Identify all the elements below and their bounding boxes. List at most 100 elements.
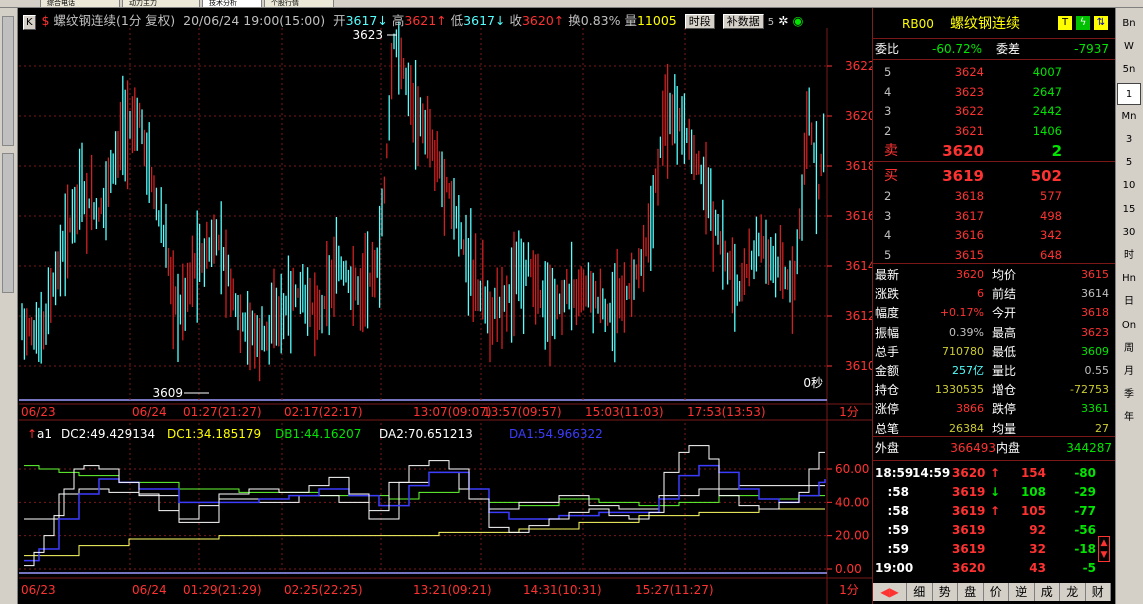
chart-area[interactable]: 3622 3620 3618 3616 3614 3612 3610 3623 3609 0秒 06… bbox=[19, 8, 872, 604]
zoom-icon[interactable]: ◉ bbox=[793, 13, 804, 28]
time-axis-label: 13:57(09:57) bbox=[483, 405, 562, 419]
low-label: 低 bbox=[450, 13, 464, 28]
period-button[interactable]: 日 bbox=[1117, 291, 1141, 313]
stat-value: 6 bbox=[977, 287, 984, 301]
stat-value: 3866 bbox=[956, 402, 984, 416]
tick-row: :59 3619 32 -18 bbox=[872, 540, 1115, 558]
tick-volume: 32 bbox=[1029, 542, 1046, 556]
period-button[interactable]: Hn bbox=[1117, 268, 1141, 290]
book-level: 4 bbox=[884, 84, 892, 99]
book-volume: 2 bbox=[1051, 142, 1062, 160]
stat-row: 振幅 0.39% 最高 3623 bbox=[872, 324, 1115, 342]
bid-row[interactable]: 买 3619 502 bbox=[872, 165, 1115, 187]
stat-label: 量比 bbox=[992, 364, 1017, 378]
stat-value: +0.17% bbox=[939, 306, 984, 320]
gear-icon[interactable]: ✲ bbox=[778, 13, 788, 28]
high-value: 3621 bbox=[404, 13, 437, 28]
period-button[interactable]: 3 bbox=[1117, 129, 1141, 151]
period-button[interactable]: 时 bbox=[1117, 245, 1141, 267]
tick-price: 3620 bbox=[952, 561, 986, 575]
t-icon[interactable]: T bbox=[1058, 16, 1072, 30]
left-scrollbar-top[interactable] bbox=[2, 16, 14, 146]
tick-row: 18:59 14:59 3620 ↑ 154 -80 bbox=[872, 464, 1115, 482]
outer-value: 366493 bbox=[950, 441, 996, 455]
bottom-tab[interactable]: 细 bbox=[907, 583, 933, 601]
time-axis-label: 13:07(09:07) bbox=[413, 405, 492, 419]
tab-technical[interactable]: 技术分析 bbox=[202, 0, 262, 8]
period-button[interactable]: 5 bbox=[1117, 152, 1141, 174]
ask-row[interactable]: 2 3621 1406 bbox=[872, 122, 1115, 140]
ask-row[interactable]: 4 3623 2647 bbox=[872, 83, 1115, 101]
book-volume: 502 bbox=[1030, 167, 1062, 185]
dollar-icon: $ bbox=[41, 13, 50, 28]
period-button[interactable]: 15 bbox=[1117, 199, 1141, 221]
arrow-up-icon: ↑ bbox=[436, 13, 447, 28]
time-axis-label: 13:21(09:21) bbox=[413, 583, 492, 597]
left-scrollbar-mid[interactable] bbox=[2, 153, 14, 293]
tick-direction-icon: ↓ bbox=[990, 485, 1001, 499]
lightning-icon[interactable]: ϟ bbox=[1076, 16, 1090, 30]
period-button[interactable]: 5n bbox=[1117, 59, 1141, 81]
tab-comprehensive[interactable]: 综合电话 bbox=[40, 0, 120, 8]
bottom-tab[interactable]: 势 bbox=[932, 583, 958, 601]
bottom-tab[interactable]: 龙 bbox=[1060, 583, 1086, 601]
period-button[interactable]: Bn bbox=[1117, 13, 1141, 35]
period-button[interactable]: W bbox=[1117, 36, 1141, 58]
book-price: 3622 bbox=[954, 104, 984, 118]
tick-volume: 105 bbox=[1020, 504, 1046, 518]
open-value: 3617 bbox=[345, 13, 378, 28]
k-icon[interactable]: K bbox=[23, 15, 36, 30]
bid-row[interactable]: 4 3616 342 bbox=[872, 226, 1115, 244]
tab-power[interactable]: 动力主力 bbox=[122, 0, 200, 8]
period-button[interactable]: 1 bbox=[1117, 82, 1141, 105]
period-button[interactable]: 10 bbox=[1117, 175, 1141, 197]
bid-row[interactable]: 2 3618 577 bbox=[872, 187, 1115, 205]
ask-row[interactable]: 卖 3620 2 bbox=[872, 140, 1115, 162]
indicator-axis-label: 40.00 bbox=[835, 495, 869, 509]
arrow-down-icon: ↓ bbox=[494, 13, 506, 28]
updown-icon[interactable]: ⇅ bbox=[1094, 16, 1108, 30]
tick-volume: 154 bbox=[1020, 466, 1046, 480]
tab-quotes[interactable]: 个股行情 bbox=[264, 0, 334, 8]
bottom-tab[interactable]: 成 bbox=[1034, 583, 1060, 601]
period-button[interactable]: 周 bbox=[1117, 338, 1141, 360]
tick-change: -56 bbox=[1074, 523, 1096, 537]
bottom-tab[interactable]: 逆 bbox=[1009, 583, 1035, 601]
tick-time: 19:00 bbox=[875, 561, 914, 575]
period-button[interactable]: 月 bbox=[1117, 361, 1141, 383]
volume-value: 11005 bbox=[636, 13, 677, 28]
period-button[interactable]: 年 bbox=[1117, 407, 1141, 429]
period-button[interactable]: On bbox=[1117, 315, 1141, 337]
weicha-value: -7937 bbox=[1074, 42, 1109, 56]
tick-price: 3619 bbox=[952, 504, 986, 518]
bottom-tab[interactable]: 价 bbox=[983, 583, 1009, 601]
turnover-label: 换 bbox=[568, 13, 581, 28]
period-button[interactable]: 30 bbox=[1117, 222, 1141, 244]
tick-scroll-icon[interactable]: ▲ ▼ bbox=[1098, 536, 1110, 562]
low-value: 3617 bbox=[463, 13, 495, 28]
period-button[interactable]: 时段 bbox=[684, 14, 715, 29]
panel-instrument-name: 螺纹钢连续 bbox=[950, 16, 1020, 32]
book-volume: 648 bbox=[1040, 247, 1062, 262]
inner-value: 344287 bbox=[1066, 441, 1112, 455]
book-level: 5 bbox=[884, 247, 892, 262]
high-label: 高 bbox=[391, 13, 405, 28]
tick-time: :58 bbox=[887, 504, 910, 518]
period-button[interactable]: Mn bbox=[1117, 106, 1141, 128]
ask-row[interactable]: 5 3624 4007 bbox=[872, 63, 1115, 81]
ask-row[interactable]: 3 3622 2442 bbox=[872, 102, 1115, 120]
kline-chart[interactable]: 3622362036183616361436123610362336090秒06… bbox=[19, 8, 872, 604]
book-price: 3616 bbox=[954, 228, 984, 242]
time-axis-label: 02:25(22:25) bbox=[284, 583, 363, 597]
bid-row[interactable]: 5 3615 648 bbox=[872, 246, 1115, 264]
bottom-tab[interactable]: 盘 bbox=[958, 583, 984, 601]
bottom-tab[interactable]: 财 bbox=[1085, 583, 1111, 601]
stat-label: 均价 bbox=[992, 268, 1017, 282]
indicator-name: a1 bbox=[37, 427, 52, 441]
turnover-value: 0.83% bbox=[580, 13, 621, 28]
supplement-data-button[interactable]: 补数据 bbox=[722, 14, 764, 29]
tab-scroll-arrows[interactable]: ◀▶ bbox=[873, 583, 907, 601]
period-button[interactable]: 季 bbox=[1117, 384, 1141, 406]
bid-row[interactable]: 3 3617 498 bbox=[872, 207, 1115, 225]
price-axis-label: 3610 bbox=[845, 359, 872, 373]
